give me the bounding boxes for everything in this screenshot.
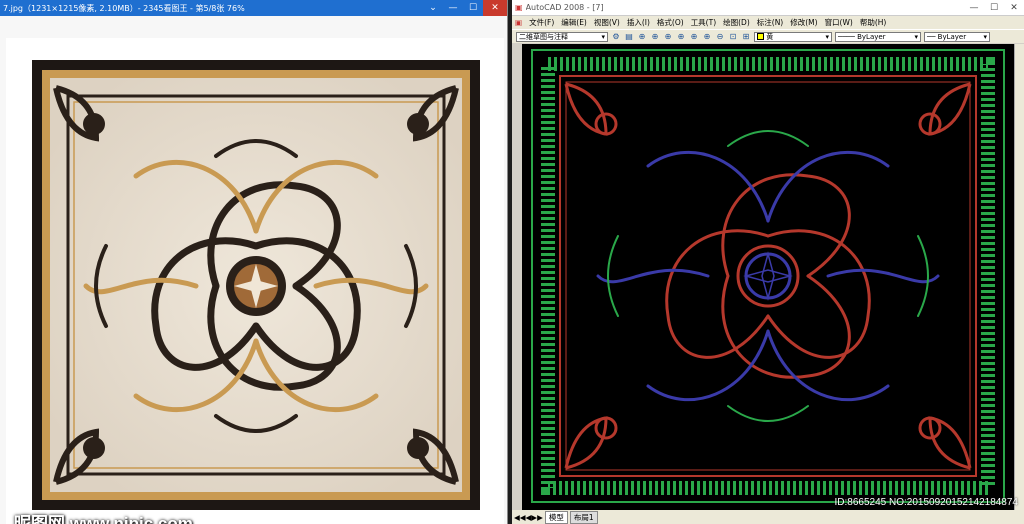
cad-minimize-button[interactable]: — xyxy=(964,0,984,16)
marble-medallion-image xyxy=(32,60,480,510)
zoom-out-icon[interactable]: ⊖ xyxy=(715,32,725,42)
menu-help[interactable]: 帮助(H) xyxy=(860,17,887,28)
viewer-maximize-button[interactable]: ☐ xyxy=(463,0,483,16)
menu-insert[interactable]: 插入(I) xyxy=(627,17,650,28)
zoom-scale-icon[interactable]: ⊕ xyxy=(676,32,686,42)
zoom-extents-icon[interactable]: ⊞ xyxy=(741,32,751,42)
cad-titlebar: ▣ AutoCAD 2008 - [7] — ☐ ✕ xyxy=(512,0,1024,16)
color-value: 黄 xyxy=(766,32,774,41)
tab-nav-icon[interactable]: ◀◀◀▶▶ xyxy=(514,513,543,522)
menu-view[interactable]: 视图(V) xyxy=(594,17,620,28)
cad-close-button[interactable]: ✕ xyxy=(1004,0,1024,16)
linetype-value: ByLayer xyxy=(857,32,886,41)
zoom-realtime-icon[interactable]: ⊕ xyxy=(637,32,647,42)
cad-layout-tabs: ◀◀◀▶▶ 模型 布局1 xyxy=(512,510,1024,524)
chevron-down-icon: ▾ xyxy=(914,32,918,41)
workspace-select[interactable]: 二维草图与注释 ▾ xyxy=(516,31,608,42)
chevron-down-icon: ▾ xyxy=(601,32,605,41)
lineweight-value: ByLayer xyxy=(937,32,967,41)
cad-toolbar: 二维草图与注释 ▾ ⚙ ▤ ⊕ ⊕ ⊕ ⊕ ⊕ ⊕ ⊖ ⊡ ⊞ 黄 ▾ ──── B… xyxy=(512,29,1024,43)
workspace-icon[interactable]: ▤ xyxy=(624,32,634,42)
viewer-body: 昵图网 www.nipic.com xyxy=(0,16,507,524)
menu-file[interactable]: 文件(F) xyxy=(529,17,554,28)
id-watermark: ID:8665245 NO:20150920152142184874 xyxy=(834,497,1019,508)
image-viewer-window: 7.jpg（1231×1215像素, 2.10MB）- 2345看图王 - 第5… xyxy=(0,0,508,524)
tab-layout1[interactable]: 布局1 xyxy=(569,510,598,524)
menu-draw[interactable]: 绘图(D) xyxy=(723,17,750,28)
nipic-watermark: 昵图网 www.nipic.com xyxy=(14,514,193,524)
cad-title: AutoCAD 2008 - [7] xyxy=(525,3,604,12)
zoom-in-icon[interactable]: ⊕ xyxy=(702,32,712,42)
menu-window[interactable]: 窗口(W) xyxy=(825,17,853,28)
menu-edit[interactable]: 编辑(E) xyxy=(561,17,587,28)
menu-tools[interactable]: 工具(T) xyxy=(691,17,716,28)
menu-dimension[interactable]: 标注(N) xyxy=(757,17,783,28)
cad-maximize-button[interactable]: ☐ xyxy=(984,0,1004,16)
viewer-image-area[interactable]: 昵图网 www.nipic.com xyxy=(6,38,504,524)
cad-medallion-drawing xyxy=(531,49,1005,503)
tab-model[interactable]: 模型 xyxy=(544,510,568,524)
zoom-all-icon[interactable]: ⊡ xyxy=(728,32,738,42)
viewer-close-button[interactable]: ✕ xyxy=(483,0,507,16)
workspace-value: 二维草图与注释 xyxy=(519,32,568,41)
viewer-titlebar: 7.jpg（1231×1215像素, 2.10MB）- 2345看图王 - 第5… xyxy=(0,0,507,16)
color-select[interactable]: 黄 ▾ xyxy=(754,31,832,42)
viewer-title: 7.jpg（1231×1215像素, 2.10MB）- 2345看图王 - 第5… xyxy=(3,3,245,13)
linetype-select[interactable]: ──── ByLayer ▾ xyxy=(835,31,921,42)
chevron-down-icon: ▾ xyxy=(983,32,987,41)
autocad-logo-icon: ▣ xyxy=(515,3,523,12)
workspace-settings-icon[interactable]: ⚙ xyxy=(611,32,621,42)
lineweight-select[interactable]: ── ByLayer ▾ xyxy=(924,31,990,42)
menu-modify[interactable]: 修改(M) xyxy=(790,17,817,28)
zoom-window-icon[interactable]: ⊕ xyxy=(650,32,660,42)
color-swatch xyxy=(757,33,764,40)
cad-menubar: ▣ 文件(F) 编辑(E) 视图(V) 插入(I) 格式(O) 工具(T) 绘图… xyxy=(512,16,1024,29)
autocad-window: ▣ AutoCAD 2008 - [7] — ☐ ✕ ▣ 文件(F) 编辑(E)… xyxy=(512,0,1024,524)
zoom-center-icon[interactable]: ⊕ xyxy=(689,32,699,42)
menu-format[interactable]: 格式(O) xyxy=(657,17,684,28)
chevron-down-icon: ▾ xyxy=(825,32,829,41)
menu-icon[interactable]: ▣ xyxy=(515,18,522,27)
viewer-minimize-button[interactable]: — xyxy=(443,0,463,16)
zoom-dynamic-icon[interactable]: ⊕ xyxy=(663,32,673,42)
viewer-dropdown-icon[interactable]: ⌄ xyxy=(423,0,443,16)
cad-vertical-scrollbar[interactable] xyxy=(1014,44,1024,510)
cad-drawing-area[interactable] xyxy=(522,44,1014,510)
